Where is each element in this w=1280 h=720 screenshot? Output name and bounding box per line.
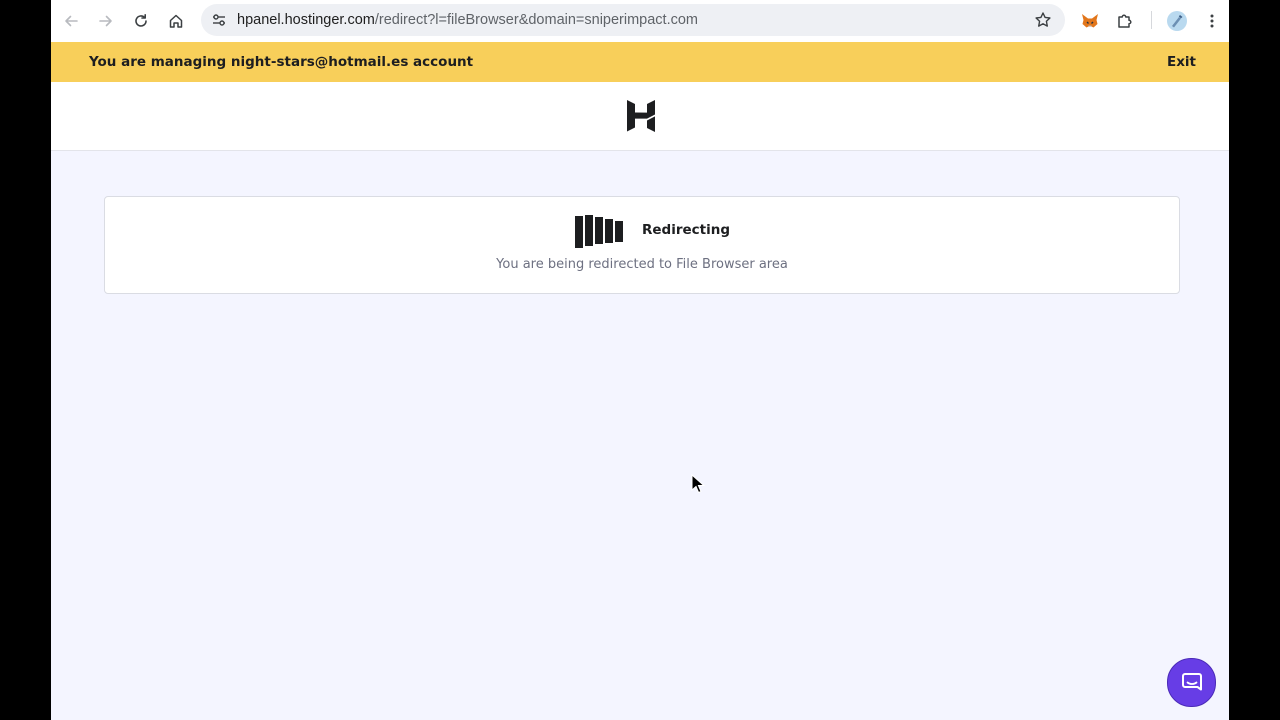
profile-button[interactable] [1163, 7, 1191, 35]
exit-button[interactable]: Exit [1167, 42, 1196, 82]
back-arrow-icon [65, 15, 78, 27]
redirect-card: Redirecting You are being redirected to … [104, 196, 1180, 294]
home-icon [169, 14, 183, 28]
extensions-button[interactable] [1111, 7, 1139, 35]
forward-button[interactable] [92, 7, 120, 35]
home-button[interactable] [162, 7, 190, 35]
bookmark-button[interactable] [1033, 10, 1053, 30]
mouse-cursor-icon [691, 474, 705, 494]
extensions-puzzle-icon [1118, 14, 1132, 28]
redirect-message: You are being redirected to File Browser… [496, 257, 788, 272]
loading-bars-icon [575, 215, 623, 248]
page-header [51, 82, 1229, 151]
back-button[interactable] [57, 7, 85, 35]
forward-arrow-icon [99, 15, 112, 27]
url-text[interactable]: hpanel.hostinger.com/redirect?l=fileBrow… [237, 4, 698, 36]
browser-menu-icon [1210, 14, 1214, 28]
redirect-title: Redirecting [642, 222, 731, 238]
toolbar-separator [1151, 11, 1152, 29]
chat-launcher-button[interactable] [1167, 658, 1216, 707]
profile-avatar-icon [1167, 11, 1187, 31]
browser-window: hpanel.hostinger.com/redirect?l=fileBrow… [51, 0, 1229, 720]
browser-menu-button[interactable] [1198, 7, 1226, 35]
site-settings-button[interactable] [209, 10, 229, 30]
browser-toolbar: hpanel.hostinger.com/redirect?l=fileBrow… [51, 0, 1229, 42]
address-bar[interactable]: hpanel.hostinger.com/redirect?l=fileBrow… [201, 4, 1065, 36]
url-path: /redirect?l=fileBrowser&domain=sniperimp… [374, 12, 699, 28]
reload-button[interactable] [127, 7, 155, 35]
managing-account-banner: You are managing night-stars@hotmail.es … [51, 42, 1229, 82]
bookmark-star-icon [1035, 12, 1051, 27]
hostinger-logo-icon[interactable] [627, 100, 655, 132]
banner-text: You are managing night-stars@hotmail.es … [89, 54, 474, 70]
chat-bubble-icon [1181, 672, 1202, 690]
reload-icon [135, 14, 147, 27]
site-settings-icon [213, 14, 225, 26]
url-host: hpanel.hostinger.com [237, 12, 375, 28]
metamask-extension-icon [1082, 14, 1098, 28]
metamask-extension-button[interactable] [1076, 7, 1104, 35]
